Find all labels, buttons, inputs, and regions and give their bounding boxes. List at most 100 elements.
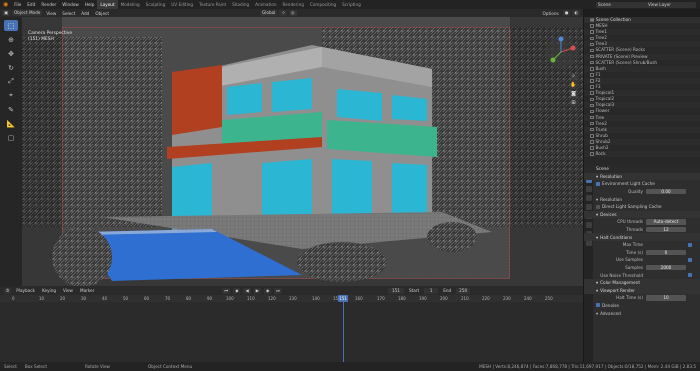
checkbox[interactable]: [596, 181, 600, 186]
panel-section[interactable]: ▾ Color Management: [584, 278, 700, 287]
checkbox[interactable]: [688, 257, 692, 262]
cursor-icon[interactable]: ⊕: [4, 34, 18, 45]
panel-section[interactable]: ▾ Halt Conditions: [584, 233, 700, 241]
menu-view-timeline[interactable]: View: [61, 288, 75, 293]
proportional-icon[interactable]: ◎: [288, 10, 297, 16]
camera-view-icon[interactable]: ◙: [570, 91, 577, 98]
snap-icon[interactable]: ⊹: [279, 10, 287, 16]
tab-modeling[interactable]: Modeling: [118, 0, 143, 9]
collection-checkbox[interactable]: [590, 127, 594, 132]
play-icon[interactable]: ▶: [253, 287, 261, 294]
pan-hand-icon[interactable]: ✋: [570, 82, 577, 89]
property-field[interactable]: Auto-detect: [646, 219, 686, 225]
collection-checkbox[interactable]: [590, 30, 594, 34]
collection-checkbox[interactable]: [590, 36, 594, 41]
transform-icon[interactable]: ⌖: [4, 90, 18, 101]
property-field[interactable]: 10: [646, 295, 686, 301]
menu-playback[interactable]: Playback: [14, 288, 37, 293]
checkbox[interactable]: [688, 242, 692, 247]
disclosure-arrow-icon[interactable]: ▾: [596, 212, 598, 217]
start-frame-field[interactable]: 1: [424, 287, 439, 294]
collection-checkbox[interactable]: [590, 91, 594, 95]
frame-ruler[interactable]: 0 10 20 30 40 50 60 70 80 90 100 110 120…: [0, 295, 583, 302]
tab-animation[interactable]: Animation: [252, 0, 279, 9]
3d-viewport[interactable]: ⌕ ✋ ◙ ⊞: [22, 17, 583, 297]
zoom-icon[interactable]: ⌕: [570, 73, 577, 80]
menu-view[interactable]: View: [44, 11, 58, 16]
tab-rendering[interactable]: Rendering: [280, 0, 307, 9]
timeline-editor-icon[interactable]: ⏱: [4, 287, 12, 294]
collection-checkbox[interactable]: [590, 97, 594, 102]
collection-checkbox[interactable]: [590, 146, 594, 150]
panel-section[interactable]: ▾ Devices: [584, 210, 700, 219]
tab-compositing[interactable]: Compositing: [307, 0, 339, 9]
transform-orientation[interactable]: Global: [259, 10, 278, 16]
disclosure-arrow-icon[interactable]: ▾: [596, 174, 598, 179]
disclosure-arrow-icon[interactable]: ▾: [596, 311, 598, 316]
menu-edit[interactable]: Edit: [24, 2, 38, 7]
shading-material-icon[interactable]: ◐: [572, 10, 580, 16]
collection-checkbox[interactable]: [590, 48, 594, 53]
tab-shading[interactable]: Shading: [229, 0, 252, 9]
select-box-icon[interactable]: ⬚: [4, 20, 18, 31]
property-field[interactable]: 2000: [646, 264, 686, 271]
property-field[interactable]: 0.00: [646, 188, 686, 195]
collection-checkbox[interactable]: [590, 103, 594, 108]
end-frame-field[interactable]: 250: [456, 287, 471, 294]
collection-checkbox[interactable]: [590, 115, 594, 120]
property-field[interactable]: 12: [646, 226, 686, 233]
menu-keying[interactable]: Keying: [40, 288, 58, 293]
view-layer-selector[interactable]: View Layer: [646, 1, 696, 8]
scale-icon[interactable]: ⤢: [4, 76, 18, 87]
editor-type-icon[interactable]: ▣: [2, 10, 10, 16]
panel-section[interactable]: ▾ Resolution: [584, 172, 700, 181]
collection-checkbox[interactable]: [590, 85, 594, 89]
blender-logo-icon[interactable]: ◉: [0, 1, 11, 8]
collection-checkbox[interactable]: [590, 54, 594, 59]
grid-icon[interactable]: ⊞: [570, 100, 577, 107]
panel-section[interactable]: ▾ Viewport Render: [584, 286, 700, 295]
annotate-icon[interactable]: ✎: [4, 104, 18, 115]
menu-add[interactable]: Add: [79, 11, 91, 16]
mode-selector[interactable]: Object Mode: [11, 10, 43, 16]
disclosure-arrow-icon[interactable]: ▾: [596, 288, 598, 293]
collection-checkbox[interactable]: [590, 24, 594, 28]
checkbox[interactable]: [596, 204, 600, 209]
current-frame-field[interactable]: 151: [387, 287, 404, 294]
disclosure-arrow-icon[interactable]: ▾: [596, 197, 598, 202]
jump-end-icon[interactable]: ⏭: [274, 287, 282, 294]
disclosure-arrow-icon[interactable]: ▾: [596, 235, 598, 240]
current-frame-marker[interactable]: 151: [338, 295, 348, 302]
menu-select[interactable]: Select: [60, 11, 77, 16]
rotate-icon[interactable]: ↻: [4, 62, 18, 73]
move-icon[interactable]: ✥: [4, 48, 18, 59]
collection-checkbox[interactable]: [590, 134, 594, 138]
disclosure-arrow-icon[interactable]: ▾: [596, 280, 598, 285]
checkbox[interactable]: [596, 303, 600, 308]
collection-checkbox[interactable]: [590, 79, 594, 83]
shading-solid-icon[interactable]: ●: [562, 10, 571, 16]
tab-texture-paint[interactable]: Texture Paint: [196, 0, 229, 9]
measure-icon[interactable]: 📐: [4, 118, 18, 129]
checkbox[interactable]: [688, 273, 692, 278]
menu-help[interactable]: Help: [82, 2, 98, 7]
collection-checkbox[interactable]: [590, 140, 594, 144]
add-cube-icon[interactable]: ▢: [4, 132, 18, 143]
collection-checkbox[interactable]: [590, 152, 594, 156]
scene-selector[interactable]: Scene: [596, 1, 646, 8]
collection-checkbox[interactable]: [590, 67, 594, 71]
tab-layout[interactable]: Layout: [97, 0, 118, 9]
menu-object[interactable]: Object: [93, 11, 111, 16]
collection-checkbox[interactable]: [590, 73, 594, 77]
jump-start-icon[interactable]: ⏮: [222, 287, 231, 294]
collection-checkbox[interactable]: [590, 109, 594, 114]
navigation-gizmo[interactable]: [543, 34, 579, 70]
play-reverse-icon[interactable]: ◀: [243, 287, 251, 294]
outliner-item[interactable]: Rock: [584, 151, 700, 158]
property-field[interactable]: 0: [646, 249, 686, 256]
collection-checkbox[interactable]: [590, 121, 594, 126]
menu-file[interactable]: File: [11, 2, 24, 7]
prev-key-icon[interactable]: ◆: [233, 287, 241, 294]
collection-checkbox[interactable]: [590, 60, 594, 65]
next-key-icon[interactable]: ◆: [263, 287, 272, 294]
